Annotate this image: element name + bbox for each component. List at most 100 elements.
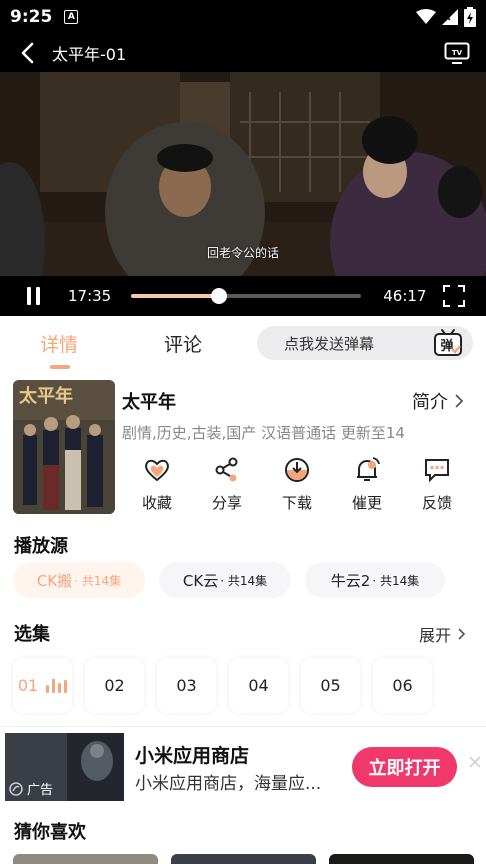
expand-episodes-link[interactable]: 展开 bbox=[419, 622, 466, 646]
ad-banner[interactable]: 广告 小米应用商店 小米应用商店，海量应... 立即打开 bbox=[0, 726, 486, 802]
episode-number: 02 bbox=[104, 676, 125, 695]
feedback-button[interactable]: 反馈 bbox=[402, 456, 472, 513]
title-bar: 太平年-01 TV bbox=[0, 34, 486, 72]
ad-tag: 广告 bbox=[9, 779, 53, 798]
back-button[interactable] bbox=[14, 38, 40, 68]
danmu-placeholder: 点我发送弹幕 bbox=[284, 334, 375, 353]
source-count: · 共14集 bbox=[220, 573, 268, 588]
episode-item[interactable]: 02 bbox=[85, 658, 144, 713]
chevron-right-icon bbox=[458, 628, 466, 640]
episode-number: 04 bbox=[248, 676, 269, 695]
ad-open-button[interactable]: 立即打开 bbox=[352, 747, 457, 787]
tv-icon: TV bbox=[444, 42, 470, 64]
signal-icon bbox=[442, 9, 458, 25]
source-name: CK云 bbox=[182, 571, 219, 590]
fullscreen-icon[interactable] bbox=[442, 284, 466, 308]
show-name: 太平年 bbox=[122, 392, 176, 413]
action-label: 分享 bbox=[211, 494, 242, 512]
current-time: 17:35 bbox=[68, 287, 112, 305]
status-time: 9:25 bbox=[10, 7, 53, 27]
source-name: CK搬 bbox=[36, 571, 73, 590]
video-player[interactable]: 回老令公的话 17:35 46:17 bbox=[0, 72, 486, 316]
episode-number: 01 bbox=[17, 676, 39, 695]
recommend-thumbnail[interactable] bbox=[171, 854, 316, 864]
intro-link[interactable]: 简介 bbox=[412, 388, 464, 414]
cast-tv-button[interactable]: TV bbox=[442, 39, 472, 67]
bell-icon bbox=[357, 457, 380, 481]
intro-label: 简介 bbox=[412, 392, 448, 413]
show-meta: 剧情,历史,古装,国产 汉语普通话 更新至14 bbox=[122, 424, 405, 442]
app-root: 9:25 A 太平年-01 TV 回老令公的话 17:35 46:17 详情 评… bbox=[0, 0, 486, 864]
ad-image: 广告 bbox=[5, 733, 124, 801]
episode-item[interactable]: 06 bbox=[373, 658, 432, 713]
progress-bar[interactable] bbox=[131, 288, 362, 304]
notification-icon: A bbox=[64, 10, 79, 24]
ad-title: 小米应用商店 bbox=[135, 745, 250, 767]
download-icon bbox=[285, 458, 309, 482]
feedback-icon bbox=[425, 459, 449, 483]
danmu-icon-text: 弹 bbox=[440, 338, 453, 354]
pause-button[interactable] bbox=[20, 283, 46, 309]
source-item[interactable]: CK搬 · 共14集 bbox=[13, 562, 145, 598]
episode-number: 06 bbox=[392, 676, 413, 695]
wifi-icon bbox=[416, 9, 436, 24]
tab-comment[interactable]: 评论 bbox=[164, 330, 202, 357]
poster-image: 太平年 bbox=[13, 380, 115, 514]
video-subtitle: 回老令公的话 bbox=[206, 246, 279, 260]
source-item[interactable]: CK云 · 共14集 bbox=[159, 562, 291, 598]
action-label: 下载 bbox=[281, 494, 312, 512]
ad-tag-label: 广告 bbox=[27, 783, 54, 798]
total-time: 46:17 bbox=[383, 287, 427, 305]
svg-text:TV: TV bbox=[452, 49, 463, 57]
episode-number: 05 bbox=[320, 676, 341, 695]
progress-fill bbox=[131, 294, 219, 298]
source-count: · 共14集 bbox=[372, 573, 420, 588]
share-button[interactable]: 分享 bbox=[192, 456, 262, 513]
episode-number: 03 bbox=[176, 676, 197, 695]
expand-label: 展开 bbox=[418, 626, 451, 645]
favorite-button[interactable]: 收藏 bbox=[122, 456, 192, 513]
player-controls: 17:35 46:17 bbox=[0, 276, 486, 316]
source-item[interactable]: 牛云2 · 共14集 bbox=[305, 562, 445, 598]
show-poster[interactable]: 太平年 bbox=[13, 380, 115, 514]
remind-update-button[interactable]: 催更 bbox=[332, 456, 402, 513]
playing-bars-icon bbox=[46, 678, 68, 693]
episode-section-title: 选集 bbox=[14, 624, 50, 645]
detail-panel: 太平年 太平年 简介 剧情,历史,古装,国产 汉语普通话 更新至14 收藏 分享 bbox=[0, 374, 486, 726]
action-bar: 收藏 分享 下载 催更 反馈 bbox=[122, 456, 472, 513]
episode-item[interactable]: 05 bbox=[301, 658, 360, 713]
heart-icon bbox=[145, 459, 169, 482]
source-count: · 共14集 bbox=[74, 573, 122, 588]
download-button[interactable]: 下载 bbox=[262, 456, 332, 513]
status-indicators bbox=[416, 7, 476, 27]
close-icon[interactable] bbox=[468, 755, 482, 769]
share-icon bbox=[215, 457, 238, 482]
tab-active-indicator bbox=[50, 365, 70, 369]
progress-knob[interactable] bbox=[210, 288, 227, 304]
chevron-right-icon bbox=[455, 394, 464, 408]
ad-logo-icon bbox=[9, 781, 23, 796]
recommend-thumbnail[interactable] bbox=[329, 854, 474, 864]
episode-list: 01 02 03 04 05 06 bbox=[13, 658, 432, 713]
video-title: 太平年-01 bbox=[52, 45, 127, 64]
source-name: 牛云2 bbox=[330, 571, 371, 590]
episode-item[interactable]: 01 bbox=[13, 658, 72, 713]
action-label: 催更 bbox=[351, 494, 382, 512]
recommend-thumbnail[interactable] bbox=[13, 854, 158, 864]
source-list: CK搬 · 共14集 CK云 · 共14集 牛云2 · 共14集 bbox=[13, 562, 445, 598]
recommend-section: 猜你喜欢 bbox=[0, 802, 486, 864]
chevron-left-icon bbox=[21, 42, 34, 64]
danmu-icon[interactable]: 弹 bbox=[433, 327, 463, 357]
ad-description: 小米应用商店，海量应... bbox=[135, 774, 322, 794]
episode-item[interactable]: 03 bbox=[157, 658, 216, 713]
battery-icon bbox=[464, 7, 476, 27]
poster-title: 太平年 bbox=[19, 385, 73, 407]
tab-detail[interactable]: 详情 bbox=[40, 330, 78, 357]
status-bar: 9:25 A bbox=[0, 0, 486, 34]
action-label: 反馈 bbox=[421, 494, 452, 512]
episode-item[interactable]: 04 bbox=[229, 658, 288, 713]
danmu-input[interactable]: 点我发送弹幕 弹 bbox=[257, 326, 473, 360]
tabs-row: 详情 评论 点我发送弹幕 弹 bbox=[0, 316, 486, 374]
action-label: 收藏 bbox=[141, 494, 172, 512]
source-section-title: 播放源 bbox=[14, 536, 68, 557]
